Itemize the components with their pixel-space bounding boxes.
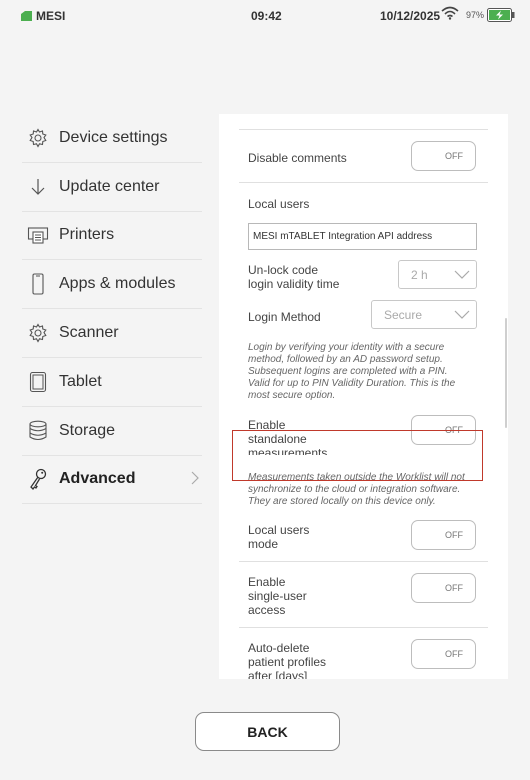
mesi-logo-icon [21, 11, 32, 21]
key-icon [27, 468, 49, 491]
tablet-icon [27, 371, 49, 393]
api-address-value: MESI mTABLET Integration API address [253, 231, 433, 242]
app-name: MESI [36, 9, 66, 23]
divider [239, 561, 488, 562]
toggle-state: OFF [445, 649, 463, 659]
sidebar-item-storage[interactable]: Storage [22, 407, 202, 456]
local-users-label: Local users [248, 197, 310, 211]
unlock-code-label-line1: Un-lock code [248, 263, 319, 277]
toggle-state: OFF [445, 583, 463, 593]
sidebar-item-label: Device settings [59, 128, 168, 146]
sidebar-item-apps-modules[interactable]: Apps & modules [22, 260, 202, 310]
chevron-right-icon [191, 471, 199, 485]
local-users-mode-label-line1: Local users [248, 523, 310, 537]
auto-delete-label-line3: after [days] [248, 669, 308, 679]
select-value: Secure [384, 307, 423, 322]
gear-icon [27, 322, 49, 344]
sidebar-item-device-settings[interactable]: Device settings [22, 114, 202, 163]
battery-percent: 97% [466, 10, 485, 20]
divider [239, 129, 488, 130]
disable-comments-toggle[interactable]: OFF [411, 141, 476, 171]
clock: 09:42 [251, 9, 282, 23]
sidebar-item-tablet[interactable]: Tablet [22, 358, 202, 407]
chevron-down-icon [454, 270, 470, 279]
sidebar-item-label: Storage [59, 421, 116, 439]
sidebar-item-printers[interactable]: Printers [22, 212, 202, 261]
app-indicator: MESI [21, 9, 65, 23]
single-user-access-toggle[interactable]: OFF [411, 573, 476, 603]
sidebar-item-scanner[interactable]: Scanner [22, 309, 202, 358]
arrow-down-icon [27, 176, 49, 198]
sidebar-item-label: Apps & modules [59, 275, 176, 293]
sidebar-item-label: Printers [59, 226, 115, 244]
auto-delete-label-line2: patient profiles [248, 655, 327, 669]
sidebar-item-label: Tablet [59, 372, 102, 390]
database-icon [27, 420, 49, 442]
status-bar: MESI 09:42 10/12/2025 97% [0, 0, 530, 32]
gear-icon [27, 127, 49, 149]
toggle-state: OFF [445, 530, 463, 540]
select-value: 2 h [411, 267, 428, 282]
sidebar-item-label: Advanced [59, 470, 136, 488]
disable-comments-label: Disable comments [248, 151, 347, 165]
login-method-label: Login Method [248, 310, 321, 324]
back-button[interactable]: BACK [195, 712, 340, 751]
local-users-mode-toggle[interactable]: OFF [411, 520, 476, 550]
date: 10/12/2025 [380, 9, 441, 23]
wifi-icon [441, 6, 459, 20]
auto-delete-label-line1: Auto-delete [248, 641, 310, 655]
sidebar-item-update-center[interactable]: Update center [22, 163, 202, 212]
phone-icon [27, 273, 49, 295]
highlight-box [232, 430, 483, 481]
sidebar-item-advanced[interactable]: Advanced [22, 456, 202, 505]
single-user-label-line1: Enable [248, 575, 286, 589]
scrollbar-thumb[interactable] [505, 318, 507, 428]
unlock-code-label-line2: login validity time [248, 277, 340, 291]
single-user-label-line2: single-user [248, 589, 307, 603]
auto-delete-toggle[interactable]: OFF [411, 639, 476, 669]
advanced-settings-panel[interactable]: Disable comments OFF Local users MESI mT… [219, 114, 508, 679]
sidebar-item-label: Scanner [59, 324, 119, 342]
login-method-note: Login by verifying your identity with a … [248, 342, 456, 401]
api-address-field[interactable]: MESI mTABLET Integration API address [248, 223, 477, 250]
unlock-validity-select[interactable]: 2 h [398, 260, 477, 289]
single-user-label-line3: access [248, 603, 286, 617]
toggle-state: OFF [445, 151, 463, 161]
login-method-select[interactable]: Secure [371, 300, 477, 329]
sidebar-item-label: Update center [59, 177, 160, 195]
chevron-down-icon [454, 310, 470, 319]
local-users-mode-label-line2: mode [248, 537, 279, 551]
printer-icon [27, 224, 49, 246]
settings-sidebar: Device settings Update center Printers A… [22, 114, 202, 505]
divider [239, 627, 488, 628]
battery-charging-icon [487, 8, 515, 22]
divider [239, 182, 488, 183]
